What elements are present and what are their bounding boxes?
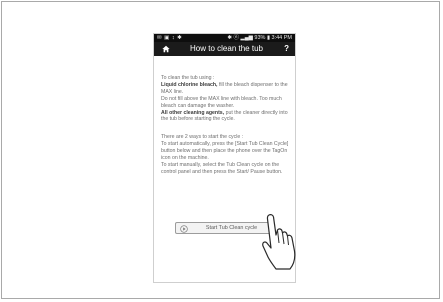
status-bar: ✉ ▣ ↕ ✱ ✱ ⓝ ▂▄▆ 93% ▮ 3:44 PM [154, 34, 295, 42]
auto-start-instruction: To start automatically, press the [Start… [161, 141, 289, 162]
instructions-text: To clean the tub using : Liquid chlorine… [161, 75, 291, 176]
manual-start-instruction: To start manually, select the Tub Clean … [161, 161, 283, 175]
status-bar-notification-icons: ✉ ▣ ↕ ✱ [157, 35, 183, 41]
help-icon[interactable]: ? [284, 42, 289, 56]
bleach-instruction: Liquid chlorine bleach, fill the bleach … [161, 82, 291, 96]
bleach-warning: Do not fill above the MAX line with blea… [161, 95, 282, 109]
start-ways-heading: There are 2 ways to start the cycle : [161, 134, 244, 141]
page-title: How to clean the tub [190, 44, 263, 53]
title-bar: How to clean the tub ? [154, 42, 295, 56]
other-agents-label: All other cleaning agents, [161, 109, 225, 116]
play-icon [180, 224, 188, 233]
bleach-label: Liquid chlorine bleach, [161, 81, 218, 88]
other-agents-instruction: All other cleaning agents, put the clean… [161, 110, 291, 124]
instructions-intro: To clean the tub using : [161, 75, 215, 81]
home-icon[interactable] [162, 45, 170, 53]
status-bar-system-indicators: ✱ ⓝ ▂▄▆ 93% ▮ 3:44 PM [227, 35, 292, 41]
hand-pointer-icon [262, 214, 296, 270]
